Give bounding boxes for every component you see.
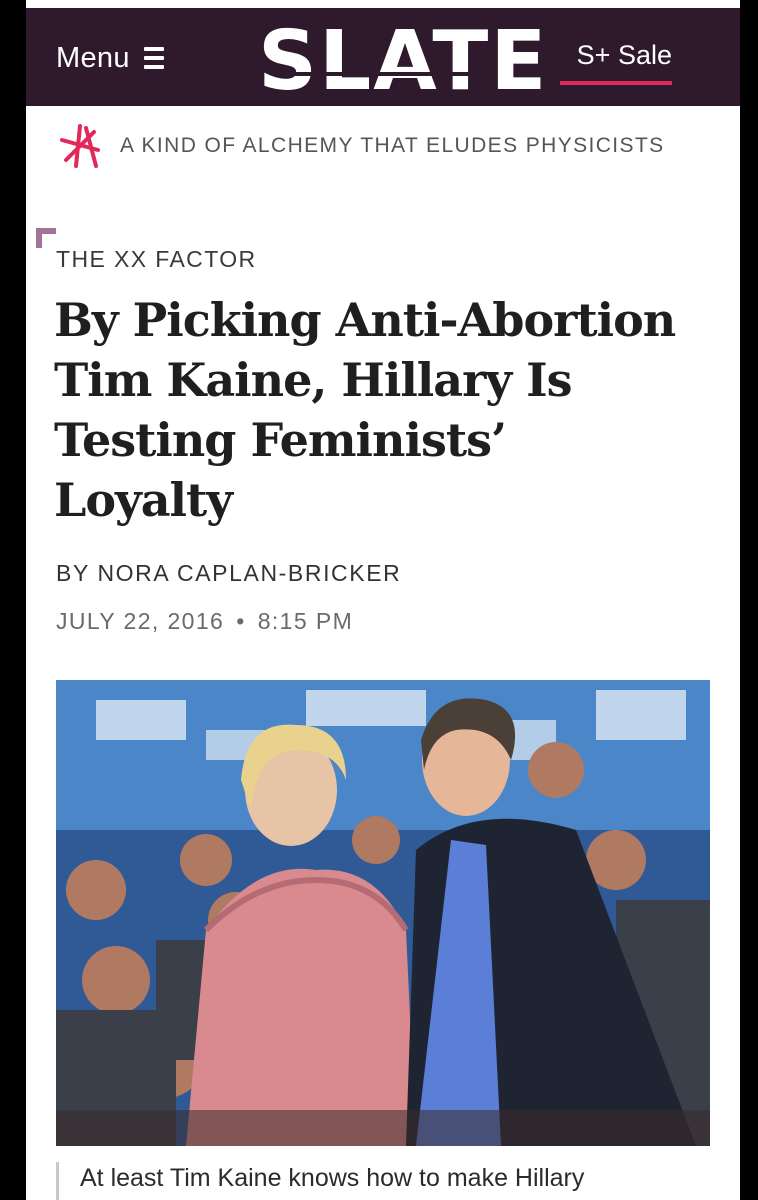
article-time: 8:15 PM xyxy=(257,608,354,634)
section-kicker-link[interactable]: THE XX FACTOR xyxy=(56,246,257,273)
article-date: JULY 22, 2016 xyxy=(56,608,225,634)
menu-label: Menu xyxy=(56,41,130,74)
author-link[interactable]: BY NORA CAPLAN-BRICKER xyxy=(56,560,401,586)
menu-button[interactable]: Menu xyxy=(56,38,164,78)
top-navigation-bar: Menu SLATE S+ Sale xyxy=(26,8,740,106)
photo-caption: At least Tim Kaine knows how to make Hil… xyxy=(80,1164,585,1192)
phone-screen: Menu SLATE S+ Sale A KIND OF ALCHEMY THA… xyxy=(26,0,740,1200)
logo-cut-line xyxy=(272,72,494,76)
slate-plus-sale-link[interactable]: S+ Sale xyxy=(577,40,672,71)
article-byline: BY NORA CAPLAN-BRICKER xyxy=(56,560,401,587)
sale-underline xyxy=(560,81,672,85)
logo-text: SLATE xyxy=(258,14,549,109)
lead-photo-illustration xyxy=(56,680,710,1146)
hamburger-icon xyxy=(143,47,164,69)
slate-plus-star-icon xyxy=(60,124,100,168)
article-dateline: JULY 22, 2016 • 8:15 PM xyxy=(56,608,353,635)
slate-logo[interactable]: SLATE xyxy=(258,18,546,106)
kicker-corner-mark xyxy=(36,228,56,248)
promo-text: A KIND OF ALCHEMY THAT ELUDES PHYSICISTS xyxy=(120,134,665,157)
article-lead-photo[interactable] xyxy=(56,680,710,1146)
date-separator: • xyxy=(236,608,246,634)
status-strip xyxy=(26,0,740,8)
promo-banner[interactable]: A KIND OF ALCHEMY THAT ELUDES PHYSICISTS xyxy=(56,120,716,172)
article-headline: By Picking Anti-Abortion Tim Kaine, Hill… xyxy=(54,293,676,527)
caption-rule xyxy=(56,1162,59,1200)
